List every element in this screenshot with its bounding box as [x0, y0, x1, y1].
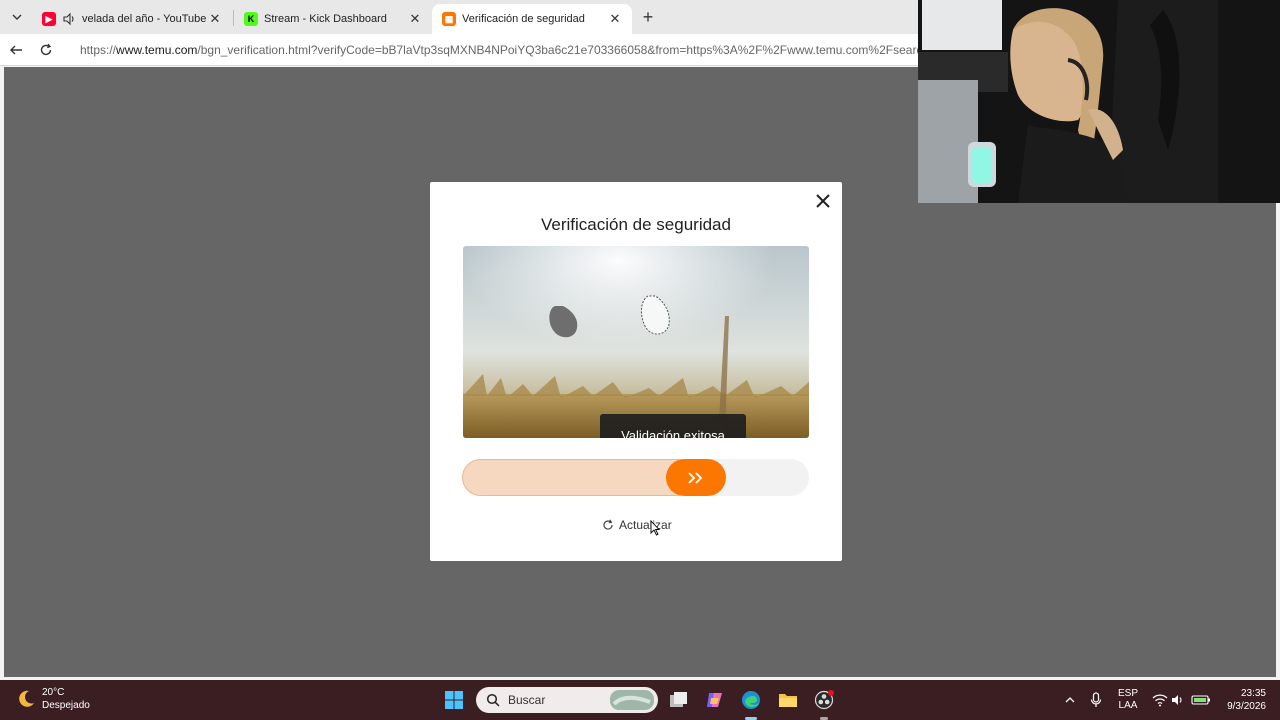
close-icon[interactable]	[814, 192, 832, 210]
obs-taskbar-button[interactable]	[812, 688, 836, 712]
keyboard-layout: LAA	[1118, 700, 1138, 711]
start-button[interactable]	[442, 688, 466, 712]
windows-taskbar: 20°C Despejado Buscar ESP LAA 23:35 9/3/…	[0, 680, 1280, 720]
language-code: ESP	[1117, 688, 1138, 699]
address-bar[interactable]: https://www.temu.com/bgn_verification.ht…	[64, 38, 934, 62]
system-clock[interactable]: 23:35 9/3/2026	[1218, 687, 1266, 713]
obs-icon	[814, 690, 834, 710]
language-indicator[interactable]: ESP LAA	[1116, 688, 1140, 712]
search-highlight-image	[610, 690, 654, 710]
moon-icon	[19, 690, 34, 707]
copilot-button[interactable]	[703, 688, 727, 712]
clock-date: 9/3/2026	[1227, 701, 1266, 712]
weather-description: Despejado	[42, 700, 90, 711]
edge-icon	[742, 691, 760, 709]
back-button[interactable]	[6, 40, 26, 60]
webcam-overlay	[918, 0, 1280, 203]
webcam-feed-image	[918, 0, 1280, 203]
youtube-icon: ▶	[42, 12, 56, 26]
captcha-image: Validación exitosa	[463, 246, 809, 438]
new-tab-button[interactable]: +	[638, 7, 658, 27]
slider-progress-fill	[462, 459, 696, 496]
weather-widget[interactable]: 20°C Despejado	[16, 686, 90, 712]
tab-label: Stream - Kick Dashboard	[264, 13, 387, 25]
validation-success-toast: Validación exitosa	[600, 414, 746, 438]
close-tab-icon[interactable]: ✕	[208, 11, 222, 27]
slider-handle[interactable]	[666, 459, 726, 496]
speaker-icon[interactable]	[62, 12, 76, 26]
microphone-button[interactable]	[1084, 688, 1108, 712]
dialog-title: Verificación de seguridad	[541, 215, 731, 234]
search-placeholder: Buscar	[508, 693, 546, 707]
file-explorer-button[interactable]	[776, 688, 800, 712]
arrow-left-icon	[10, 45, 22, 55]
chevron-up-icon	[1065, 697, 1075, 703]
weather-temperature: 20°C	[42, 687, 65, 698]
taskbar-search[interactable]: Buscar	[476, 687, 658, 713]
url-path: /bgn_verification.html?verifyCode=bB7laV…	[197, 43, 934, 57]
battery-button[interactable]	[1189, 688, 1213, 712]
copilot-icon	[707, 693, 722, 707]
security-verification-dialog: Verificación de seguridad Validación exi…	[430, 182, 842, 561]
edge-taskbar-button[interactable]	[739, 688, 763, 712]
task-view-icon	[670, 692, 687, 707]
url-scheme: https://	[80, 43, 117, 57]
close-tab-icon[interactable]: ✕	[408, 11, 422, 27]
url-domain: www.temu.com	[116, 43, 198, 57]
tab-label: velada del año - YouTube	[82, 13, 207, 25]
volume-icon	[1172, 695, 1182, 705]
kick-icon: K	[244, 12, 258, 26]
clock-time: 23:35	[1240, 688, 1266, 699]
tab-verificacion[interactable]: ▦ Verificación de seguridad ✕	[432, 4, 632, 34]
reload-icon	[40, 43, 52, 56]
mouse-cursor-icon	[650, 520, 660, 536]
folder-icon	[779, 694, 797, 707]
volume-button[interactable]	[1166, 688, 1190, 712]
tab-kick-dashboard[interactable]: K Stream - Kick Dashboard ✕	[234, 4, 432, 34]
captcha-slider-track	[462, 459, 809, 496]
reload-button[interactable]	[36, 40, 56, 60]
microphone-icon	[1090, 692, 1102, 707]
show-hidden-icons-button[interactable]	[1058, 688, 1082, 712]
refresh-icon	[603, 519, 613, 530]
refresh-button[interactable]: Actualizar	[602, 516, 672, 534]
windows-logo-icon	[445, 691, 463, 709]
search-icon	[486, 693, 500, 707]
battery-icon	[1191, 695, 1210, 705]
refresh-label: Actualizar	[619, 518, 672, 532]
close-tab-icon[interactable]: ✕	[608, 11, 622, 27]
tab-label: Verificación de seguridad	[462, 13, 585, 25]
double-chevron-right-icon	[688, 471, 703, 484]
field-photo	[463, 246, 809, 438]
temu-icon: ▦	[442, 12, 456, 26]
tab-actions-button[interactable]	[6, 6, 28, 28]
chevron-down-icon	[12, 14, 22, 20]
tab-youtube[interactable]: ▶ velada del año - YouTube ✕	[32, 4, 232, 34]
task-view-button[interactable]	[667, 688, 691, 712]
